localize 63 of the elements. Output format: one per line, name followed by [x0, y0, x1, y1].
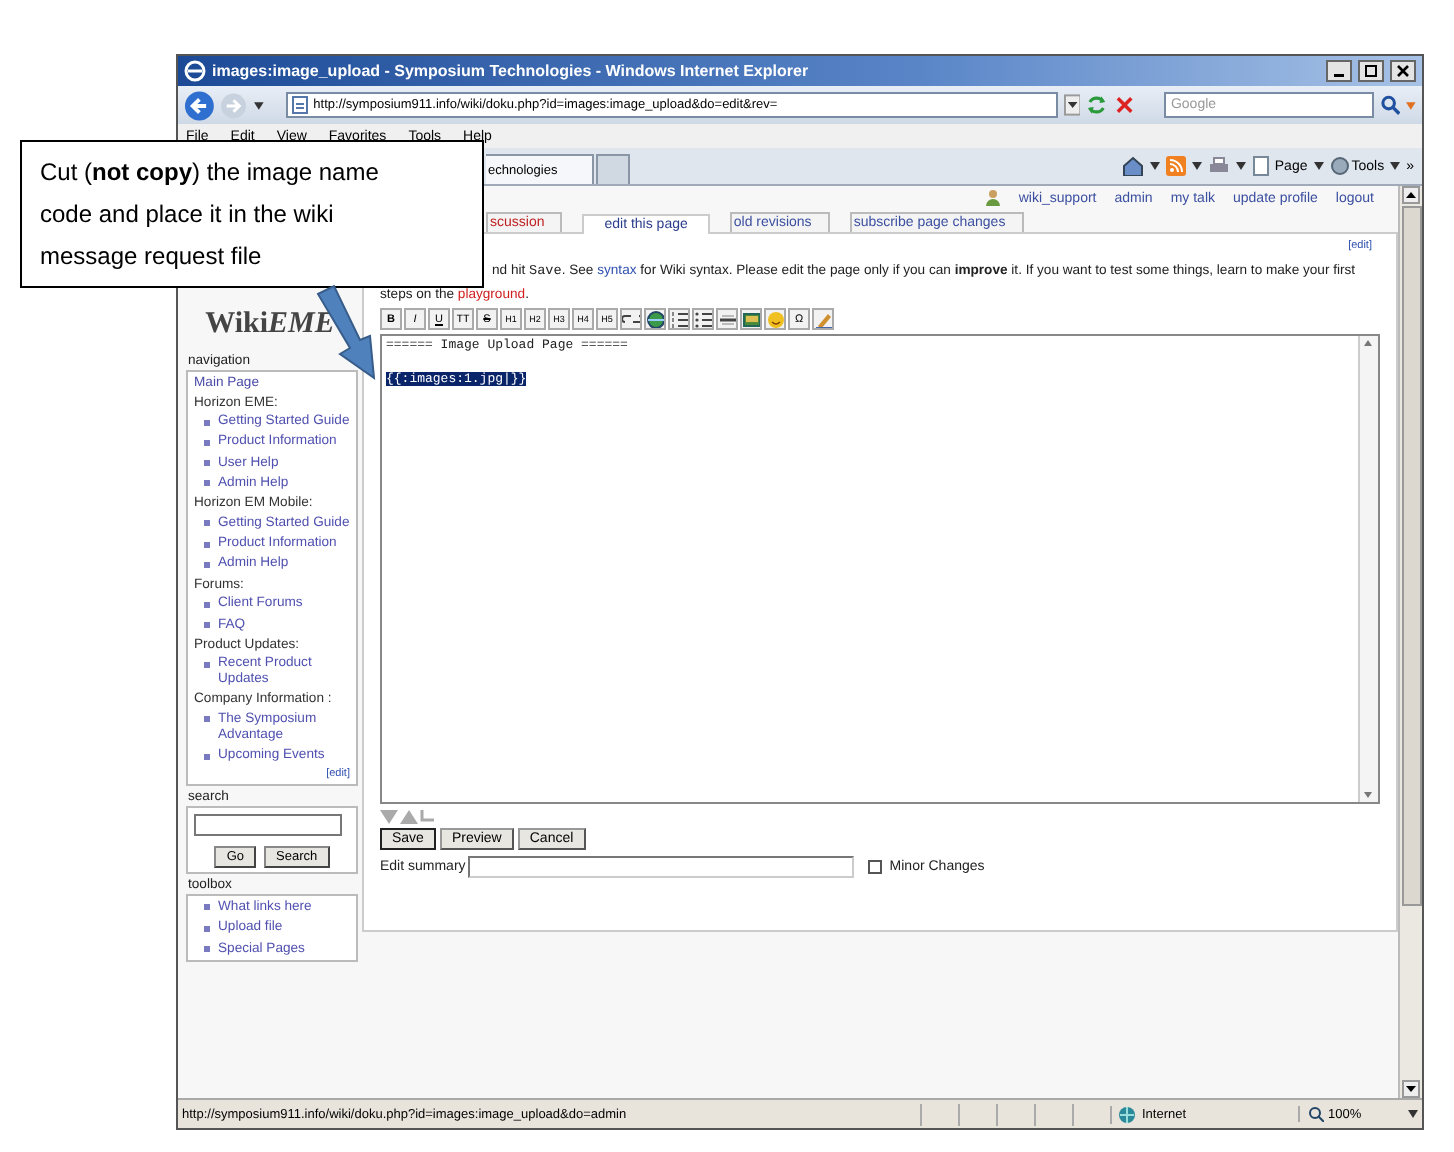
bullet-list-icon	[694, 310, 712, 328]
bullet-icon	[204, 561, 210, 568]
summary-field[interactable]	[467, 856, 854, 878]
bullet-icon	[204, 661, 210, 668]
toolbar-button[interactable]	[668, 308, 690, 330]
bullet-icon	[204, 904, 210, 911]
maximize-icon	[1364, 64, 1378, 78]
bullet-icon	[204, 946, 210, 952]
wiki-logo: WikiEME	[205, 308, 335, 342]
globe-icon	[1118, 1105, 1136, 1123]
bullet-icon	[204, 480, 210, 487]
minor-changes-checkbox[interactable]	[867, 860, 882, 874]
home-icon[interactable]	[1122, 156, 1145, 176]
toolbar-button[interactable]	[812, 308, 834, 330]
globe-icon	[646, 310, 664, 328]
bullet-icon	[204, 622, 210, 628]
scroll-up-icon[interactable]	[1402, 186, 1420, 204]
minimize-button[interactable]	[1326, 60, 1352, 82]
caret-icon[interactable]	[1236, 162, 1247, 170]
toolbar-button[interactable]	[764, 308, 786, 330]
maximize-button[interactable]	[1358, 60, 1384, 82]
user-icon	[986, 190, 1001, 206]
bullet-icon	[204, 753, 210, 760]
bullet-icon	[204, 419, 210, 425]
numbered-list-icon	[670, 310, 688, 328]
bullet-icon	[204, 601, 210, 608]
zoom-icon	[1308, 1106, 1324, 1122]
image-icon	[742, 310, 760, 328]
smiley-icon	[766, 310, 784, 328]
toolbar-button[interactable]	[620, 308, 642, 330]
pen-icon	[814, 310, 832, 328]
toolbar-button[interactable]	[716, 308, 738, 330]
caret-icon[interactable]	[1390, 162, 1401, 170]
stop-icon[interactable]	[1113, 94, 1135, 116]
caret-icon[interactable]	[253, 101, 264, 109]
bullet-icon	[204, 541, 210, 548]
search-icon[interactable]	[1379, 94, 1401, 116]
callout-text: Cut (not copy) the image name code and place it in the wiki message request file	[20, 140, 484, 288]
browser-logo-icon	[184, 60, 206, 82]
dropdown-icon[interactable]	[1063, 94, 1081, 116]
bullet-icon	[204, 520, 210, 527]
toolbar-button[interactable]	[740, 308, 762, 330]
back-icon[interactable]	[184, 89, 215, 121]
caret-icon[interactable]	[1313, 162, 1324, 170]
page-icon	[1252, 156, 1273, 176]
link-icon	[622, 310, 640, 328]
bullet-icon	[204, 439, 210, 446]
bullet-icon	[204, 716, 210, 723]
bullet-icon	[204, 460, 210, 467]
window-title: images:image_upload - Symposium Technologies - Windows Internet Explorer	[212, 62, 809, 80]
bullet-icon	[204, 925, 210, 932]
caret-icon[interactable]	[1150, 162, 1161, 170]
close-icon	[1396, 64, 1410, 78]
caret-icon[interactable]	[1192, 162, 1203, 170]
toolbar-button[interactable]	[644, 308, 666, 330]
search-field[interactable]	[194, 814, 342, 837]
scrollbar[interactable]	[1398, 186, 1422, 1098]
close-button[interactable]	[1390, 60, 1416, 82]
caret-icon[interactable]	[1408, 1110, 1418, 1118]
page-icon	[291, 96, 308, 114]
scroll-down-icon[interactable]	[1402, 1080, 1420, 1098]
toolbar-button[interactable]	[692, 308, 714, 330]
horizontal-rule-icon	[718, 310, 736, 328]
